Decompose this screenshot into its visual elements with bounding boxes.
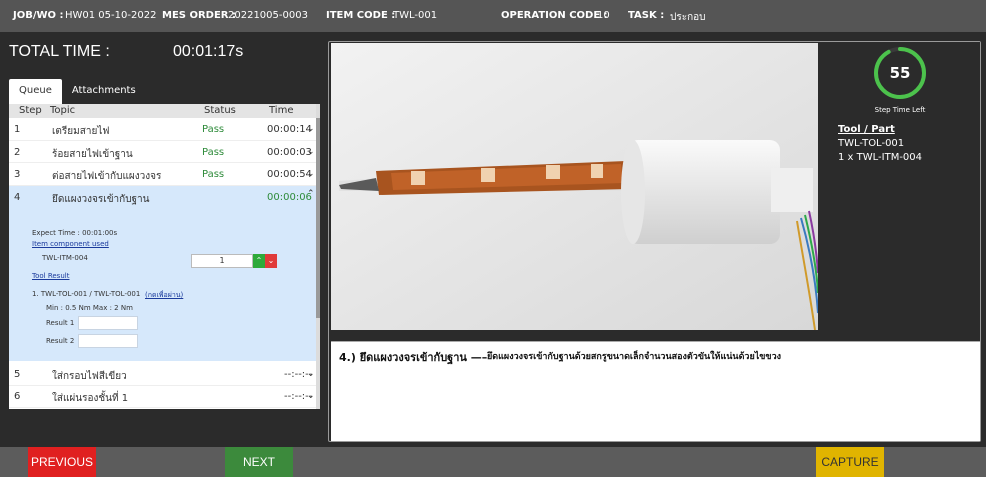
- job-value: HW01 05-10-2022: [65, 10, 157, 21]
- operation-code-label: OPERATION CODE :: [501, 10, 608, 21]
- queue-row-4-expanded[interactable]: 4 ยึดแผงวงจรเข้ากับฐาน 00:00:06 ⌃ Expect…: [9, 186, 320, 361]
- job-label: JOB/WO :: [13, 10, 64, 21]
- tool-part-item: 1 x TWL-ITM-004: [838, 152, 923, 163]
- chevron-up-icon[interactable]: ⌃: [307, 189, 315, 199]
- queue-row-5[interactable]: 5 ใส่กรอบไฟสีเขียว --:--:-- ⌄: [9, 363, 320, 386]
- item-code-label: ITEM CODE :: [326, 10, 396, 21]
- chevron-down-icon[interactable]: ⌄: [307, 369, 315, 379]
- component-code: TWL-ITM-004: [42, 254, 88, 262]
- item-component-link[interactable]: Item component used: [32, 240, 109, 248]
- tab-queue[interactable]: Queue: [9, 79, 62, 104]
- step-status: Pass: [202, 169, 225, 180]
- step-timer-label: Step Time Left: [874, 106, 926, 114]
- expect-time: Expect Time : 00:01:00s: [32, 229, 118, 237]
- mes-order-value: 20221005-0003: [228, 10, 308, 21]
- tool-part-title: Tool / Part: [838, 124, 895, 135]
- step-topic: ร้อยสายไฟเข้าฐาน: [52, 148, 133, 160]
- quantity-input[interactable]: 1: [191, 254, 253, 268]
- previous-button[interactable]: PREVIOUS: [28, 447, 96, 477]
- task-label: TASK :: [628, 10, 665, 21]
- result-2-input[interactable]: [78, 334, 138, 348]
- col-status: Status: [204, 105, 236, 116]
- quantity-increment-button[interactable]: ⌃: [253, 254, 265, 268]
- queue-header: Step Topic Status Time: [9, 104, 320, 118]
- col-step: Step: [19, 105, 42, 116]
- tool-result-line: 1. TWL-TOL-001 / TWL-TOL-001: [32, 290, 141, 298]
- instruction-text: ยึดแผงวงจรเข้ากับฐานด้วยสกรูขนาดเล็กจำนว…: [487, 352, 782, 362]
- result-1-label: Result 1: [46, 319, 75, 327]
- step-timer-value: 55: [889, 64, 911, 82]
- quantity-decrement-button[interactable]: ⌄: [265, 254, 277, 268]
- step-status: Pass: [202, 124, 225, 135]
- queue-row-1[interactable]: 1 เตรียมสายไฟ Pass 00:00:14 ⌄: [9, 118, 320, 141]
- result-1-input[interactable]: [78, 316, 138, 330]
- step-number: 5: [14, 369, 21, 380]
- step-topic: ต่อสายไฟเข้ากับแผงวงจร: [52, 171, 162, 182]
- tool-result-link[interactable]: Tool Result: [32, 272, 69, 280]
- total-time-label: TOTAL TIME :: [9, 43, 110, 60]
- item-code-value: TWL-001: [393, 10, 438, 21]
- assembly-photo: [331, 43, 818, 330]
- chevron-down-icon[interactable]: ⌄: [307, 169, 315, 179]
- step-topic: ใส่กรอบไฟสีเขียว: [52, 371, 127, 382]
- step-number: 2: [14, 146, 21, 158]
- col-topic: Topic: [50, 105, 76, 116]
- tab-bar: Queue Attachments: [9, 79, 146, 104]
- queue-row-2[interactable]: 2 ร้อยสายไฟเข้าฐาน Pass 00:00:03 ⌄: [9, 141, 320, 163]
- operation-code-value: 10: [597, 10, 610, 21]
- queue-row-6[interactable]: 6 ใส่แผ่นรองชั้นที่ 1 --:--:-- ⌄: [9, 385, 320, 408]
- mes-order-label: MES ORDER :: [162, 10, 236, 21]
- queue-table: Step Topic Status Time 1 เตรียมสายไฟ Pas…: [9, 104, 320, 409]
- step-time: 00:00:06: [267, 192, 312, 203]
- next-button[interactable]: NEXT: [225, 447, 293, 477]
- header-bar: JOB/WO : HW01 05-10-2022 MES ORDER : 202…: [0, 0, 986, 32]
- col-time: Time: [269, 105, 294, 116]
- step-number: 3: [14, 169, 21, 180]
- result-2-label: Result 2: [46, 337, 75, 345]
- queue-scroll-thumb[interactable]: [316, 118, 320, 318]
- tool-pass-link[interactable]: (กดเพื่อผ่าน): [145, 290, 183, 301]
- chevron-down-icon[interactable]: ⌄: [307, 391, 315, 401]
- step-topic: ยึดแผงวงจรเข้ากับฐาน: [52, 194, 150, 205]
- chevron-down-icon[interactable]: ⌄: [307, 147, 315, 157]
- step-topic: เตรียมสายไฟ: [52, 126, 110, 137]
- tool-part-item: TWL-TOL-001: [838, 138, 905, 149]
- queue-row-3[interactable]: 3 ต่อสายไฟเข้ากับแผงวงจร Pass 00:00:54 ⌄: [9, 163, 320, 186]
- step-time: 00:00:14: [267, 124, 312, 135]
- step-topic: ใส่แผ่นรองชั้นที่ 1: [52, 393, 129, 404]
- instruction-title: 4.) ยึดแผงวงจรเข้ากับฐาน —–: [339, 351, 488, 364]
- step-number: 1: [14, 124, 21, 135]
- chevron-down-icon[interactable]: ⌄: [307, 124, 315, 134]
- instruction-image: [331, 43, 818, 330]
- task-value: ประกอบ: [670, 12, 706, 23]
- step-number: 6: [14, 391, 21, 402]
- total-time-value: 00:01:17s: [173, 43, 244, 60]
- step-time: 00:00:54: [267, 169, 312, 180]
- instruction-panel: 4.) ยึดแผงวงจรเข้ากับฐาน —– ยึดแผงวงจรเข…: [331, 341, 980, 441]
- step-status: Pass: [202, 146, 225, 158]
- capture-button[interactable]: CAPTURE: [816, 447, 884, 477]
- tab-attachments[interactable]: Attachments: [62, 79, 146, 104]
- step-time: 00:00:03: [267, 146, 312, 158]
- step-number: 4: [14, 192, 21, 203]
- torque-range: Min : 0.5 Nm Max : 2 Nm: [46, 304, 133, 312]
